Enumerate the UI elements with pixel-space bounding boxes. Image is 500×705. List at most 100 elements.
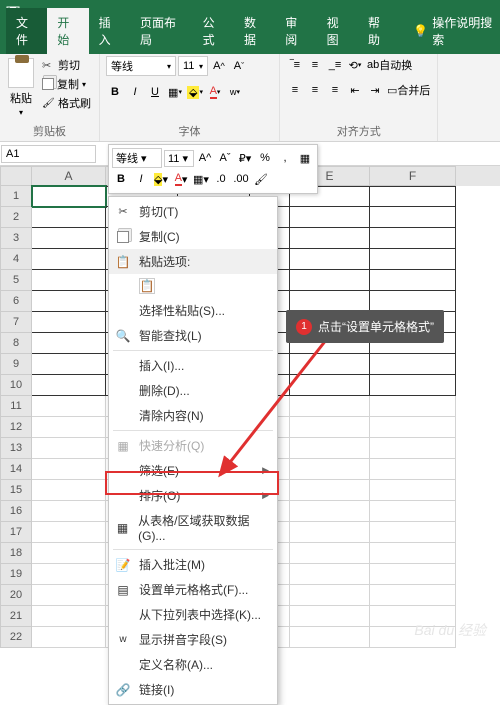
align-center-icon[interactable]: ≡ — [306, 81, 324, 99]
cell[interactable] — [290, 270, 370, 291]
row-header[interactable]: 1 — [0, 186, 32, 207]
cell[interactable] — [370, 207, 456, 228]
cell[interactable] — [32, 207, 106, 228]
row-header[interactable]: 16 — [0, 501, 32, 522]
cell[interactable] — [32, 186, 106, 207]
cell[interactable] — [32, 438, 106, 459]
row-header[interactable]: 19 — [0, 564, 32, 585]
cell[interactable] — [370, 438, 456, 459]
mini-inc-icon[interactable]: .00 — [232, 170, 250, 188]
row-header[interactable]: 3 — [0, 228, 32, 249]
mini-font-size[interactable]: 11 ▾ — [164, 150, 194, 167]
ctx-phonetic[interactable]: w显示拼音字段(S) — [109, 627, 277, 652]
tab-data[interactable]: 数据 — [234, 8, 275, 54]
cell[interactable] — [32, 417, 106, 438]
cell[interactable] — [32, 249, 106, 270]
cell[interactable] — [290, 207, 370, 228]
tab-file[interactable]: 文件 — [6, 8, 47, 54]
row-header[interactable]: 15 — [0, 480, 32, 501]
mini-percent-icon[interactable]: % — [256, 149, 274, 167]
mini-border-icon[interactable]: ▦ — [296, 149, 314, 167]
row-header[interactable]: 5 — [0, 270, 32, 291]
col-header-f[interactable]: F — [370, 166, 456, 186]
cell[interactable] — [290, 564, 370, 585]
underline-button[interactable]: U — [146, 83, 164, 101]
mini-dec-icon[interactable]: .0 — [212, 170, 230, 188]
row-header[interactable]: 12 — [0, 417, 32, 438]
indent-inc-icon[interactable]: ⇥ — [366, 81, 384, 99]
cell[interactable] — [290, 354, 370, 375]
cell[interactable] — [370, 291, 456, 312]
row-header[interactable]: 11 — [0, 396, 32, 417]
cell[interactable] — [370, 249, 456, 270]
cell[interactable] — [370, 501, 456, 522]
cell[interactable] — [290, 585, 370, 606]
cell[interactable] — [32, 291, 106, 312]
cell[interactable] — [290, 438, 370, 459]
ctx-insert-comment[interactable]: 📝插入批注(M) — [109, 552, 277, 577]
ctx-dropdown[interactable]: 从下拉列表中选择(K)... — [109, 602, 277, 627]
cell[interactable] — [370, 228, 456, 249]
cell[interactable] — [370, 375, 456, 396]
row-header[interactable]: 6 — [0, 291, 32, 312]
cell[interactable] — [290, 375, 370, 396]
cell[interactable] — [290, 522, 370, 543]
mini-increase-font-icon[interactable]: A^ — [196, 149, 214, 167]
mini-bold[interactable]: B — [112, 170, 130, 188]
cell[interactable] — [290, 291, 370, 312]
cell[interactable] — [32, 354, 106, 375]
cell[interactable] — [32, 228, 106, 249]
row-header[interactable]: 21 — [0, 606, 32, 627]
cell[interactable] — [32, 375, 106, 396]
font-color-button[interactable]: A▾ — [206, 83, 224, 101]
cell[interactable] — [32, 543, 106, 564]
ctx-paste-special[interactable]: 选择性粘贴(S)... — [109, 298, 277, 323]
cell[interactable] — [370, 543, 456, 564]
tab-formula[interactable]: 公式 — [193, 8, 234, 54]
cell[interactable] — [32, 564, 106, 585]
ctx-clear[interactable]: 清除内容(N) — [109, 403, 277, 428]
copy-button[interactable]: 复制▾ — [40, 75, 93, 93]
cell[interactable] — [32, 312, 106, 333]
italic-button[interactable]: I — [126, 83, 144, 101]
row-header[interactable]: 14 — [0, 459, 32, 480]
ctx-copy[interactable]: 复制(C) — [109, 224, 277, 249]
cell[interactable] — [370, 564, 456, 585]
cell[interactable] — [32, 333, 106, 354]
cell[interactable] — [370, 585, 456, 606]
mini-decrease-font-icon[interactable]: Aˇ — [216, 149, 234, 167]
ctx-define-name[interactable]: 定义名称(A)... — [109, 652, 277, 677]
mini-color-icon[interactable]: A▾ — [172, 170, 190, 188]
indent-dec-icon[interactable]: ⇤ — [346, 81, 364, 99]
row-header[interactable]: 22 — [0, 627, 32, 648]
cell[interactable] — [370, 522, 456, 543]
phonetic-button[interactable]: w▾ — [226, 83, 244, 101]
cell[interactable] — [290, 501, 370, 522]
ctx-cut[interactable]: 剪切(T) — [109, 199, 277, 224]
format-painter-button[interactable]: 格式刷 — [40, 94, 93, 112]
ctx-link[interactable]: 🔗链接(I) — [109, 677, 277, 702]
align-right-icon[interactable]: ≡ — [326, 81, 344, 99]
align-top-icon[interactable]: ‾≡ — [286, 56, 304, 74]
tell-me[interactable]: 💡操作说明搜索 — [407, 8, 500, 54]
align-bot-icon[interactable]: _≡ — [326, 56, 344, 74]
cell[interactable] — [32, 480, 106, 501]
mini-font-name[interactable]: 等线 ▾ — [112, 148, 162, 168]
ctx-delete[interactable]: 删除(D)... — [109, 378, 277, 403]
merge-button[interactable]: ▭ 合并后 — [386, 81, 431, 99]
row-header[interactable]: 10 — [0, 375, 32, 396]
row-header[interactable]: 2 — [0, 207, 32, 228]
cell[interactable] — [290, 228, 370, 249]
cell[interactable] — [32, 270, 106, 291]
row-header[interactable]: 18 — [0, 543, 32, 564]
row-header[interactable]: 7 — [0, 312, 32, 333]
cell[interactable] — [290, 249, 370, 270]
cell[interactable] — [370, 270, 456, 291]
cell[interactable] — [290, 417, 370, 438]
cell[interactable] — [370, 480, 456, 501]
tab-insert[interactable]: 插入 — [89, 8, 130, 54]
ctx-smart-lookup[interactable]: 🔍智能查找(L) — [109, 323, 277, 348]
cell[interactable] — [370, 417, 456, 438]
increase-font-icon[interactable]: A^ — [210, 57, 228, 75]
font-name-select[interactable]: 等线▾ — [106, 56, 176, 76]
